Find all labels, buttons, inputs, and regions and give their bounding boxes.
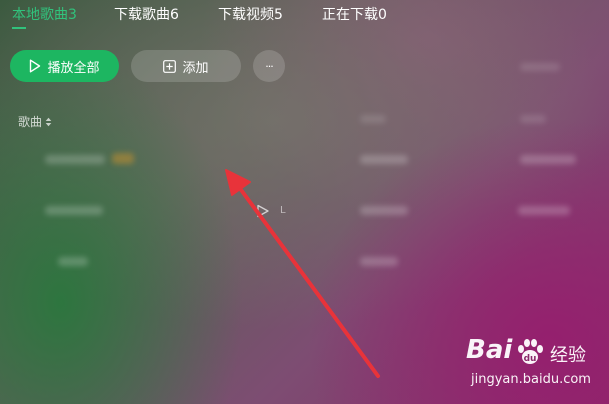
baidu-paw-icon: du xyxy=(515,337,545,371)
watermark-url: jingyan.baidu.com xyxy=(471,372,591,387)
watermark-brand-suffix: du xyxy=(524,354,537,364)
watermark-brand: Bai xyxy=(466,335,513,365)
watermark-product: 经验 xyxy=(550,345,586,366)
baidu-jingyan-watermark: Bai du 经验 jingyan.baidu.com xyxy=(463,335,603,395)
